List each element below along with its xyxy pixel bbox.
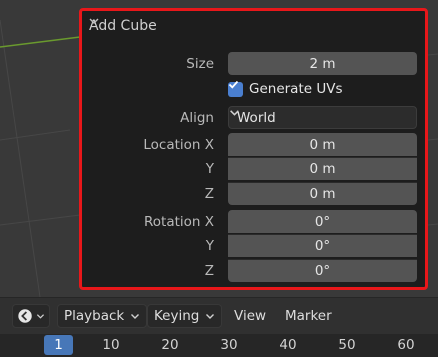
panel-title: Add Cube	[89, 18, 157, 34]
timeline-header: Playback Keying View Marker	[0, 297, 438, 335]
generate-uvs-checkbox-row[interactable]: Generate UVs	[228, 79, 343, 99]
chevron-down-icon	[230, 110, 239, 116]
chevron-down-icon	[131, 314, 140, 319]
frame-number: 10	[102, 337, 120, 353]
chevron-down-icon	[89, 18, 99, 24]
align-value: World	[237, 109, 276, 126]
frame-number: 20	[161, 337, 179, 353]
align-label: Align	[180, 110, 214, 126]
frame-number: 40	[279, 337, 297, 353]
size-field[interactable]: 2 m	[228, 52, 417, 75]
current-frame-indicator[interactable]: 1	[44, 335, 73, 355]
frame-ruler[interactable]: 1 10 20 30 40 50 60	[0, 334, 438, 357]
rotation-y-field[interactable]: 0°	[228, 234, 417, 257]
playback-menu-label: Playback	[64, 308, 125, 324]
location-z-label: Z	[204, 186, 214, 202]
chevron-down-icon	[206, 314, 215, 319]
3d-viewport[interactable]: Add Cube Size 2 m Generate UVs Align Wor…	[0, 0, 438, 297]
location-z-field[interactable]: 0 m	[228, 182, 417, 205]
rotation-y-label: Y	[205, 238, 214, 254]
x-axis-line	[0, 36, 81, 48]
marker-menu[interactable]: Marker	[285, 304, 332, 328]
rotation-x-field[interactable]: 0°	[228, 210, 417, 233]
frame-number: 30	[220, 337, 238, 353]
rotation-z-field[interactable]: 0°	[228, 259, 417, 282]
generate-uvs-checkbox[interactable]	[228, 80, 243, 97]
location-x-field[interactable]: 0 m	[228, 133, 417, 156]
add-cube-operator-panel: Add Cube Size 2 m Generate UVs Align Wor…	[79, 8, 428, 290]
panel-header[interactable]: Add Cube	[89, 16, 157, 36]
align-dropdown[interactable]: World	[228, 106, 417, 129]
editor-type-selector[interactable]	[12, 304, 50, 328]
view-menu[interactable]: View	[234, 304, 266, 328]
location-y-field[interactable]: 0 m	[228, 157, 417, 180]
location-y-label: Y	[205, 161, 214, 177]
keying-menu-label: Keying	[154, 308, 200, 324]
clock-icon	[18, 309, 32, 323]
frame-number: 50	[338, 337, 356, 353]
checkmark-icon	[228, 80, 239, 89]
rotation-z-label: Z	[204, 263, 214, 279]
size-label: Size	[186, 56, 214, 72]
frame-number: 60	[397, 337, 415, 353]
playback-menu[interactable]: Playback	[57, 304, 148, 328]
generate-uvs-label: Generate UVs	[249, 81, 343, 97]
location-x-label: Location X	[143, 137, 214, 153]
rotation-x-label: Rotation X	[144, 214, 214, 230]
keying-menu[interactable]: Keying	[147, 304, 223, 328]
chevron-down-icon	[36, 314, 45, 319]
